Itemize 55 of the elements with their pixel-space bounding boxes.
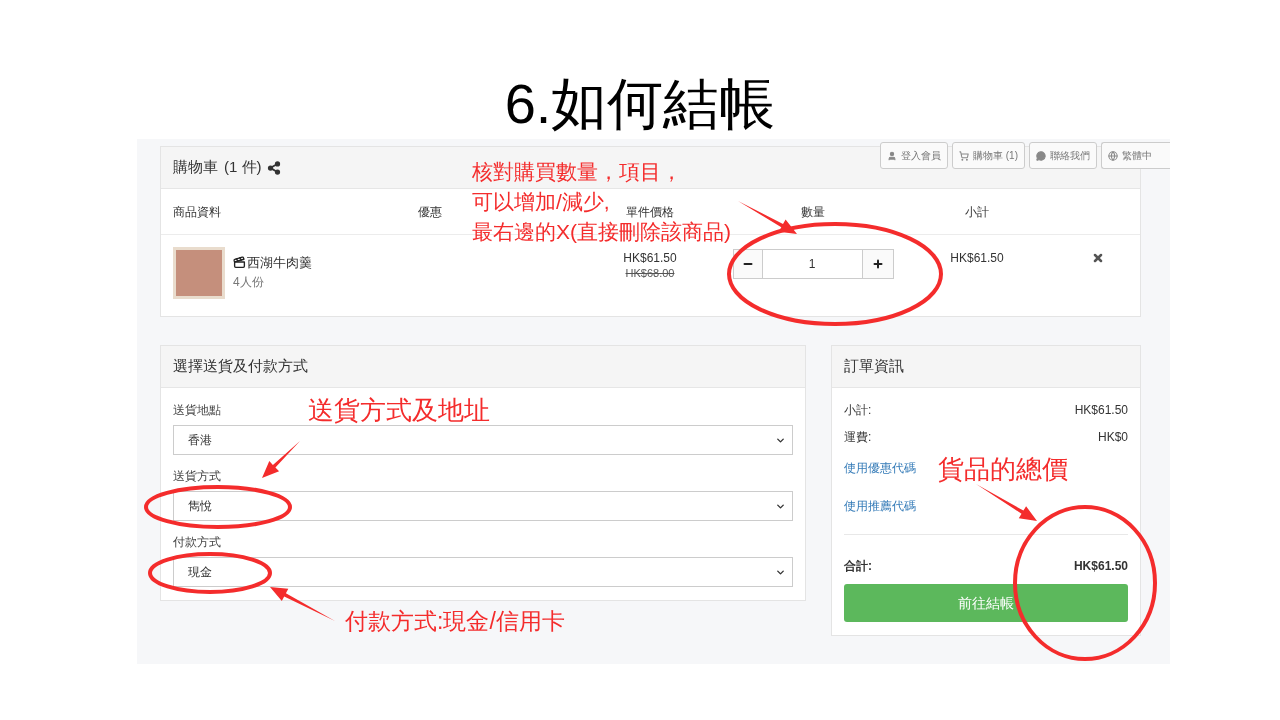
column-header: 小計 — [965, 204, 989, 219]
close-icon[interactable] — [1092, 252, 1104, 264]
clapperboard-icon — [233, 256, 246, 270]
user-icon — [887, 150, 897, 161]
order-summary-title: 訂單資訊 — [844, 356, 904, 377]
annotation-text: 最右邊的X(直接刪除該商品) — [472, 220, 731, 244]
quantity-field[interactable]: 1 — [762, 249, 862, 279]
nav-button[interactable]: 購物車 (1) — [952, 142, 1025, 169]
checkout-button[interactable]: 前往結帳 — [844, 584, 1128, 622]
cart-title: 購物車 — [173, 157, 218, 178]
select-field[interactable]: 香港 — [173, 425, 793, 455]
annotation-text: 送貨方式及地址 — [308, 396, 490, 424]
decrease-button[interactable] — [732, 249, 763, 279]
column-header: 數量 — [801, 204, 825, 219]
annotation-text: 貨品的總價 — [938, 453, 1068, 485]
column-header: 優惠 — [418, 204, 442, 219]
select-field[interactable]: 雋悅 — [173, 491, 793, 521]
promo-code-link[interactable]: 使用優惠代碼 — [844, 459, 916, 477]
column-header: 商品資料 — [173, 204, 221, 219]
annotation-text: 付款方式:現金/信用卡 — [345, 607, 565, 636]
plus-icon — [871, 258, 884, 270]
summary-value: HK$0 — [1097, 429, 1128, 446]
globe-icon — [1108, 150, 1118, 161]
select-field[interactable]: 現金 — [173, 557, 793, 587]
product-variant: 4人份 — [233, 273, 264, 291]
line-subtotal: HK$61.50 — [950, 251, 1004, 266]
column-header: 單件價格 — [626, 204, 674, 219]
nav-button[interactable]: 繁體中 — [1101, 142, 1170, 169]
increase-button[interactable] — [861, 249, 894, 279]
cart-count: (1 件) — [224, 157, 262, 178]
summary-label: 小計: — [844, 402, 872, 419]
nav-button[interactable]: 聯絡我們 — [1029, 142, 1097, 169]
summary-value: HK$61.50 — [1074, 402, 1128, 419]
summary-label: 運費: — [844, 429, 872, 446]
delivery-title: 選擇送貨及付款方式 — [173, 356, 308, 377]
product-name[interactable]: 西湖牛肉羹 — [247, 253, 312, 273]
slide-title: 6.如何結帳 — [504, 76, 776, 132]
annotation-text: 可以增加/減少, — [472, 190, 610, 214]
promo-code-link[interactable]: 使用推薦代碼 — [844, 497, 916, 515]
photo-placeholder — [173, 247, 225, 299]
field-label: 送貨地點 — [173, 402, 221, 418]
nav-button[interactable]: 登入會員 — [880, 142, 948, 169]
callout-arrow — [738, 201, 797, 234]
share-icon[interactable] — [266, 160, 281, 175]
cart-icon — [959, 150, 969, 161]
chat-bubble-icon — [1036, 150, 1046, 161]
annotation-text: 核對購買數量，項目， — [472, 160, 682, 184]
callout-arrow — [976, 484, 1037, 521]
callout-arrow — [262, 441, 300, 478]
field-label: 付款方式 — [173, 534, 221, 550]
total-label: 合計: — [844, 558, 872, 575]
unit-price: HK$61.50 — [623, 251, 677, 266]
total-value: HK$61.50 — [1073, 558, 1128, 575]
original-price: HK$68.00 — [625, 266, 675, 281]
field-label: 送貨方式 — [173, 468, 221, 484]
